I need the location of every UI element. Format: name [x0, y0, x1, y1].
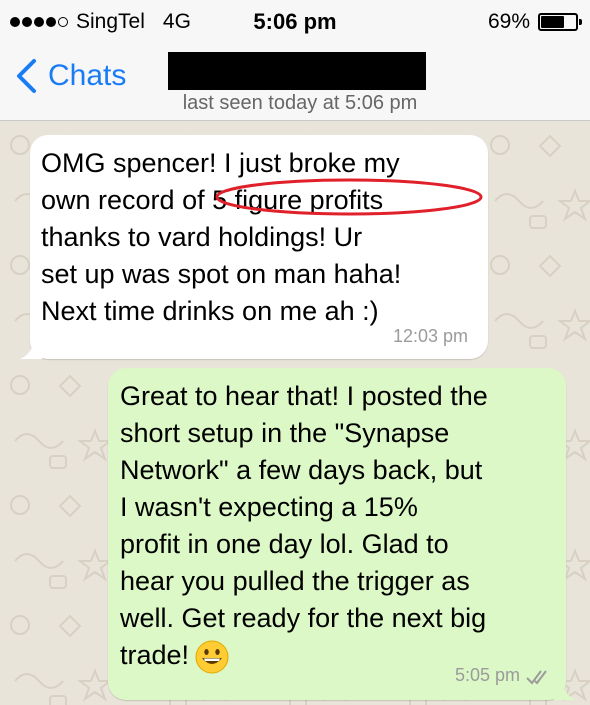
status-bar: SingTel 4G 5:06 pm 69%	[0, 0, 590, 44]
last-seen-status: last seen today at 5:06 pm	[182, 92, 418, 114]
double-check-icon	[526, 670, 547, 685]
message-timestamp: 5:05 pm	[454, 665, 520, 685]
bubble-tail	[554, 678, 576, 700]
contact-name-redacted[interactable]	[168, 52, 426, 90]
chevron-left-icon	[17, 59, 36, 93]
outgoing-message-bubble[interactable]: Great to hear that! I posted the short s…	[108, 368, 576, 700]
back-button[interactable]: Chats	[14, 58, 126, 94]
incoming-message-bubble[interactable]: OMG spencer! I just broke my own record …	[20, 135, 488, 359]
status-right: 69%	[487, 10, 582, 34]
message-timestamp: 12:03 pm	[392, 326, 468, 346]
back-label: Chats	[48, 59, 127, 92]
chat-header: Chats last seen today at 5:06 pm	[0, 44, 590, 121]
message-text: Great to hear that! I posted the short s…	[120, 378, 556, 674]
chat-area[interactable]: OMG spencer! I just broke my own record …	[0, 121, 590, 705]
message-text-content: Great to hear that! I posted the short s…	[120, 381, 488, 670]
bubble-tail	[20, 337, 42, 359]
grinning-face-icon	[195, 640, 229, 674]
battery-icon	[538, 13, 582, 31]
battery-percent: 69%	[487, 10, 530, 33]
message-text: OMG spencer! I just broke my own record …	[41, 148, 402, 326]
